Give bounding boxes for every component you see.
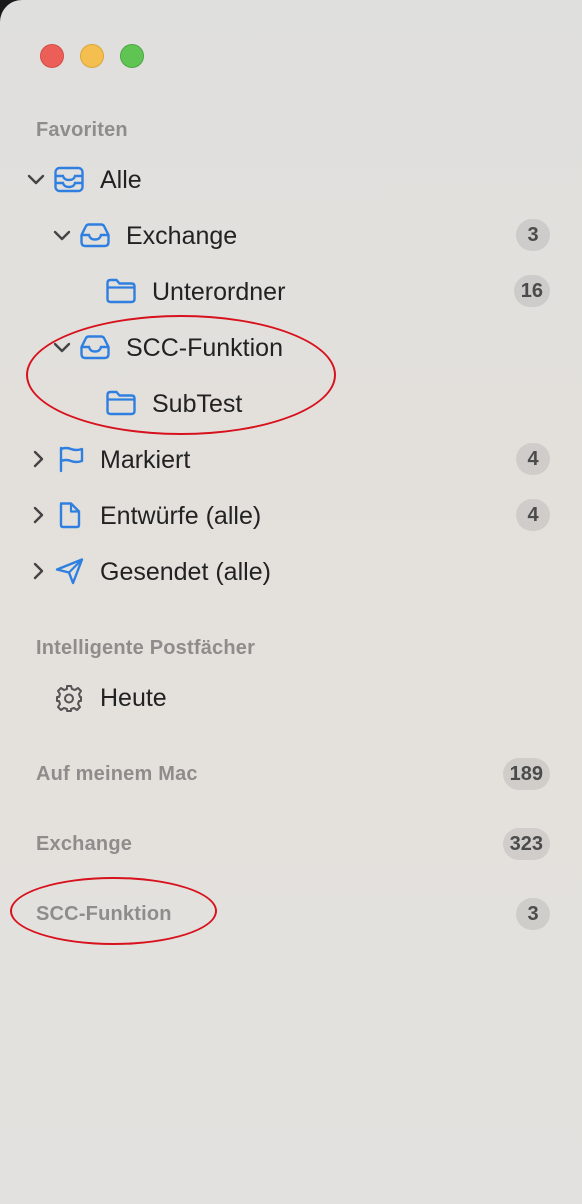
favorites-header: Favoriten: [36, 119, 128, 141]
sidebar-item-label: Exchange: [126, 222, 238, 250]
sidebar-item-scc-funktion[interactable]: SCC-Funktion: [0, 325, 582, 373]
sidebar-item-label: SCC-Funktion: [126, 334, 283, 362]
sidebar-item-unterordner[interactable]: Unterordner 16: [0, 269, 582, 317]
unread-count-badge: 16: [513, 275, 550, 307]
chevron-right-icon[interactable]: [28, 505, 48, 525]
sidebar-item-label: Gesendet (alle): [100, 558, 271, 586]
chevron-down-icon[interactable]: [52, 337, 72, 357]
account-scc-funktion[interactable]: SCC-Funktion 3: [0, 892, 582, 940]
document-icon: [59, 502, 81, 529]
tray-icon: [80, 335, 110, 360]
gear-icon: [56, 685, 82, 712]
account-exchange[interactable]: Exchange 323: [0, 822, 582, 870]
sidebar-item-gesendet[interactable]: Gesendet (alle): [0, 549, 582, 597]
paper-plane-icon: [55, 558, 84, 585]
count-badge: 3: [516, 898, 550, 930]
account-label: SCC-Funktion: [36, 903, 172, 925]
sidebar-item-alle[interactable]: Alle: [0, 157, 582, 205]
account-label: Auf meinem Mac: [36, 763, 198, 785]
unread-count-badge: 3: [516, 219, 550, 251]
account-label: Exchange: [36, 833, 133, 855]
sidebar-item-label: Unterordner: [152, 278, 286, 306]
smart-mailbox-heute[interactable]: Heute: [0, 675, 582, 723]
sidebar-item-label: Markiert: [100, 446, 191, 474]
chevron-down-icon[interactable]: [26, 169, 46, 189]
sidebar-item-entwuerfe[interactable]: Entwürfe (alle) 4: [0, 493, 582, 541]
count-badge: 323: [502, 828, 550, 860]
account-auf-meinem-mac[interactable]: Auf meinem Mac 189: [0, 752, 582, 800]
sidebar-item-markiert[interactable]: Markiert 4: [0, 437, 582, 485]
chevron-right-icon[interactable]: [28, 449, 48, 469]
count-badge: 4: [516, 499, 550, 531]
flag-icon: [59, 446, 84, 473]
chevron-right-icon[interactable]: [28, 561, 48, 581]
tray-icon: [80, 223, 110, 248]
sidebar-item-label: Entwürfe (alle): [100, 502, 262, 530]
close-window-button[interactable]: [40, 44, 64, 68]
sidebar-item-label: SubTest: [152, 390, 243, 418]
smart-mailboxes-header: Intelligente Postfächer: [36, 637, 256, 659]
mail-sidebar-window: Favoriten Alle Exchange 3 Unterordner 16: [0, 0, 582, 1204]
folder-icon: [106, 390, 136, 416]
chevron-down-icon[interactable]: [52, 225, 72, 245]
sidebar-item-exchange[interactable]: Exchange 3: [0, 213, 582, 261]
sidebar-item-label: Heute: [100, 684, 167, 712]
sidebar-item-subtest[interactable]: SubTest: [0, 381, 582, 429]
tray-stack-icon: [54, 166, 84, 193]
count-badge: 189: [502, 758, 550, 790]
folder-icon: [106, 278, 136, 304]
count-badge: 4: [516, 443, 550, 475]
sidebar-item-label: Alle: [100, 166, 142, 194]
zoom-window-button[interactable]: [120, 44, 144, 68]
minimize-window-button[interactable]: [80, 44, 104, 68]
